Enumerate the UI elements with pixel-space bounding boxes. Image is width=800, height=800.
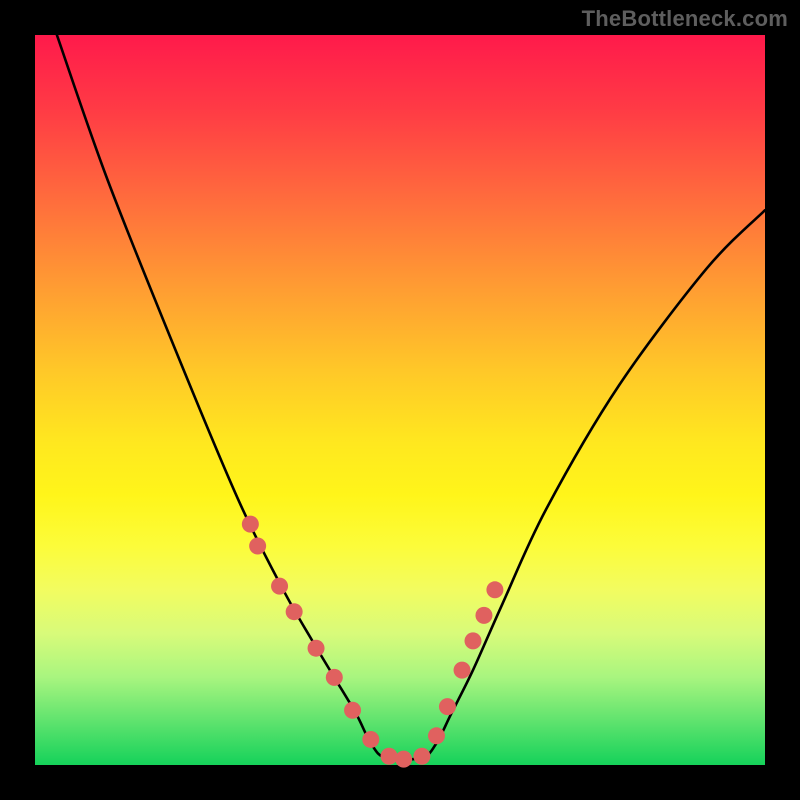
marker-dot (465, 632, 482, 649)
marker-dot (413, 748, 430, 765)
marker-dot (362, 731, 379, 748)
chart-stage: TheBottleneck.com (0, 0, 800, 800)
marker-dots (242, 516, 504, 768)
marker-dot (308, 640, 325, 657)
curve-svg (35, 35, 765, 765)
marker-dot (344, 702, 361, 719)
marker-dot (454, 662, 471, 679)
marker-dot (475, 607, 492, 624)
marker-dot (242, 516, 259, 533)
marker-dot (286, 603, 303, 620)
marker-dot (271, 578, 288, 595)
marker-dot (486, 581, 503, 598)
bottleneck-curve (57, 35, 765, 759)
marker-dot (249, 538, 266, 555)
marker-dot (428, 727, 445, 744)
watermark-text: TheBottleneck.com (582, 6, 788, 32)
marker-dot (381, 748, 398, 765)
marker-dot (395, 751, 412, 768)
marker-dot (326, 669, 343, 686)
marker-dot (439, 698, 456, 715)
plot-area (35, 35, 765, 765)
